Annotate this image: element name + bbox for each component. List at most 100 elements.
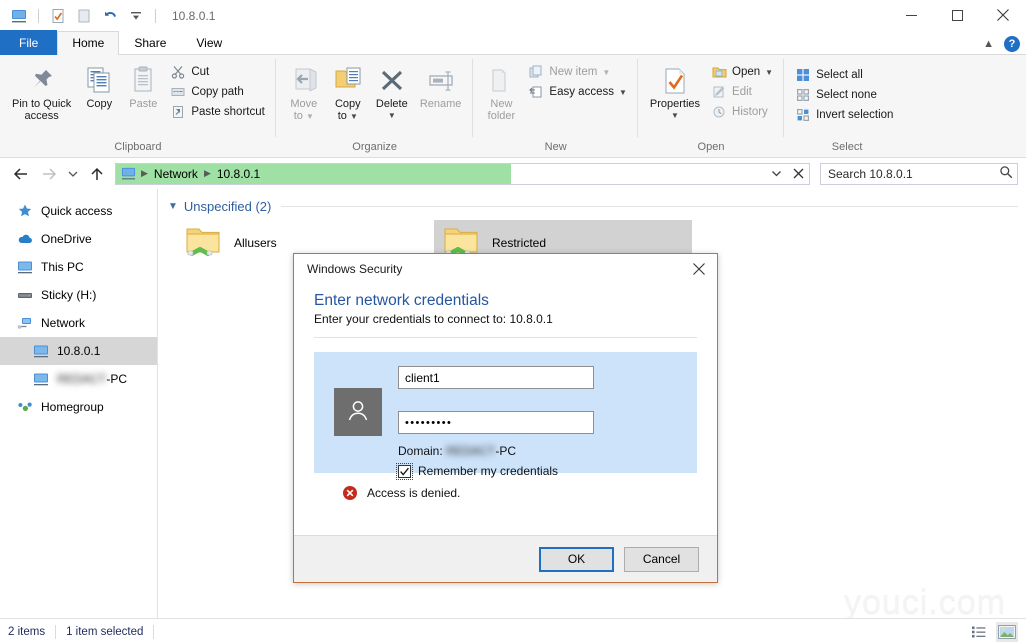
credential-fields: client1 ••••••••• Domain: REDACT-PC Reme… <box>382 366 594 473</box>
chevron-down-icon: ▼ <box>306 112 314 121</box>
delete-button[interactable]: Delete ▼ <box>370 59 414 124</box>
select-all-button[interactable]: Select all <box>790 65 898 85</box>
sidebar-item-homegroup[interactable]: Homegroup <box>0 393 157 421</box>
new-folder-button[interactable]: New folder <box>479 59 523 124</box>
clipboard-small-buttons: Cut Copy path Paste shortcut <box>165 59 270 122</box>
computer-icon[interactable] <box>8 5 30 27</box>
ribbon-group-open: Properties ▼ Open ▼ Edit <box>638 55 784 157</box>
computer-icon <box>16 258 34 276</box>
large-icons-view-icon[interactable] <box>996 622 1018 642</box>
new-folder-icon[interactable] <box>73 5 95 27</box>
rename-label: Rename <box>420 98 462 110</box>
qat-separator <box>38 9 39 23</box>
drive-icon <box>16 286 34 304</box>
paste-button[interactable]: Paste <box>121 59 165 112</box>
group-header-unspecified[interactable]: ▼ Unspecified (2) <box>158 189 1026 214</box>
delete-icon <box>377 63 407 95</box>
sidebar-item-label: Homegroup <box>41 400 104 414</box>
close-icon[interactable] <box>681 255 717 283</box>
copy-to-button[interactable]: Copy to ▼ <box>326 59 370 125</box>
stop-x-icon[interactable] <box>787 164 809 184</box>
tab-view[interactable]: View <box>181 31 237 55</box>
ribbon-tabs-right: ▲ ? <box>983 36 1020 52</box>
close-icon[interactable] <box>980 0 1026 30</box>
undo-icon[interactable] <box>99 5 121 27</box>
details-view-icon[interactable] <box>968 622 990 642</box>
tab-file[interactable]: File <box>0 30 57 55</box>
avatar <box>334 388 382 436</box>
breadcrumb: ▶ Network ▶ 10.8.0.1 <box>116 164 263 184</box>
status-separator <box>55 625 56 639</box>
edit-label: Edit <box>732 85 752 100</box>
password-field[interactable]: ••••••••• <box>398 411 594 434</box>
new-item-button[interactable]: New item ▼ <box>523 62 631 82</box>
history-icon <box>711 104 727 120</box>
open-label: Open <box>732 65 760 80</box>
rename-button[interactable]: Rename <box>414 59 468 112</box>
easy-access-label: Easy access <box>549 85 614 100</box>
sidebar-item-quick-access[interactable]: Quick access <box>0 197 157 225</box>
paste-shortcut-label: Paste shortcut <box>191 105 265 120</box>
invert-selection-button[interactable]: Invert selection <box>790 105 898 125</box>
up-arrow-icon[interactable] <box>84 162 110 186</box>
chevron-down-icon[interactable] <box>765 164 787 184</box>
breadcrumb-network[interactable]: Network <box>151 167 201 181</box>
user-icon <box>343 396 373 429</box>
help-icon[interactable]: ? <box>1004 36 1020 52</box>
properties-icon[interactable] <box>47 5 69 27</box>
cut-button[interactable]: Cut <box>165 62 270 82</box>
ok-button[interactable]: OK <box>539 547 614 572</box>
address-bar-buttons <box>765 164 809 184</box>
history-button[interactable]: History <box>706 102 778 122</box>
invert-selection-icon <box>795 107 811 123</box>
minimize-icon[interactable] <box>888 0 934 30</box>
sidebar-item-10-8-0-1[interactable]: 10.8.0.1 <box>0 337 157 365</box>
sidebar-item-sticky-drive[interactable]: Sticky (H:) <box>0 281 157 309</box>
select-none-icon <box>795 87 811 103</box>
new-item-label: New item <box>549 65 597 80</box>
tab-share[interactable]: Share <box>119 31 181 55</box>
select-none-button[interactable]: Select none <box>790 85 898 105</box>
remember-credentials-label: Remember my credentials <box>418 464 558 478</box>
dialog-title-bar: Windows Security <box>294 254 717 284</box>
back-arrow-icon[interactable] <box>8 162 34 186</box>
sidebar-item-this-pc[interactable]: This PC <box>0 253 157 281</box>
open-small-buttons: Open ▼ Edit History <box>706 59 778 122</box>
rename-icon <box>426 63 456 95</box>
username-field[interactable]: client1 <box>398 366 594 389</box>
edit-button[interactable]: Edit <box>706 82 778 102</box>
maximize-icon[interactable] <box>934 0 980 30</box>
remember-credentials-checkbox[interactable] <box>398 465 411 478</box>
properties-button[interactable]: Properties ▼ <box>644 59 706 124</box>
move-to-button[interactable]: Move to ▼ <box>282 59 326 125</box>
copy-button[interactable]: Copy <box>77 59 121 112</box>
address-input[interactable]: ▶ Network ▶ 10.8.0.1 <box>115 163 810 185</box>
computer-icon[interactable] <box>119 166 138 181</box>
paste-shortcut-button[interactable]: Paste shortcut <box>165 102 270 122</box>
customize-qat-icon[interactable] <box>125 5 147 27</box>
sidebar-item-onedrive[interactable]: OneDrive <box>0 225 157 253</box>
sidebar-item-pc[interactable]: REDACT-PC <box>0 365 157 393</box>
chevron-up-icon[interactable]: ▲ <box>983 38 994 50</box>
recent-locations-icon[interactable] <box>64 162 82 186</box>
search-icon[interactable] <box>999 165 1013 182</box>
cancel-button[interactable]: Cancel <box>624 547 699 572</box>
open-button[interactable]: Open ▼ <box>706 62 778 82</box>
tab-home[interactable]: Home <box>57 31 119 55</box>
homegroup-icon <box>16 398 34 416</box>
list-item-label: Allusers <box>234 236 277 250</box>
sidebar-item-network[interactable]: Network <box>0 309 157 337</box>
easy-access-button[interactable]: Easy access ▼ <box>523 82 631 102</box>
chevron-down-icon[interactable]: ▼ <box>168 201 178 212</box>
breadcrumb-host[interactable]: 10.8.0.1 <box>214 167 263 181</box>
remember-credentials-row[interactable]: Remember my credentials <box>398 464 594 478</box>
computer-icon <box>32 370 50 388</box>
chevron-down-icon: ▼ <box>388 110 396 122</box>
easy-access-icon <box>528 84 544 100</box>
forward-arrow-icon[interactable] <box>36 162 62 186</box>
new-small-buttons: New item ▼ Easy access ▼ <box>523 59 631 102</box>
copy-path-button[interactable]: Copy path <box>165 82 270 102</box>
pin-to-quick-access-button[interactable]: Pin to Quick access <box>6 59 77 124</box>
search-input[interactable]: Search 10.8.0.1 <box>820 163 1018 185</box>
ribbon-group-new: New folder New item ▼ Easy access ▼ <box>473 55 637 157</box>
